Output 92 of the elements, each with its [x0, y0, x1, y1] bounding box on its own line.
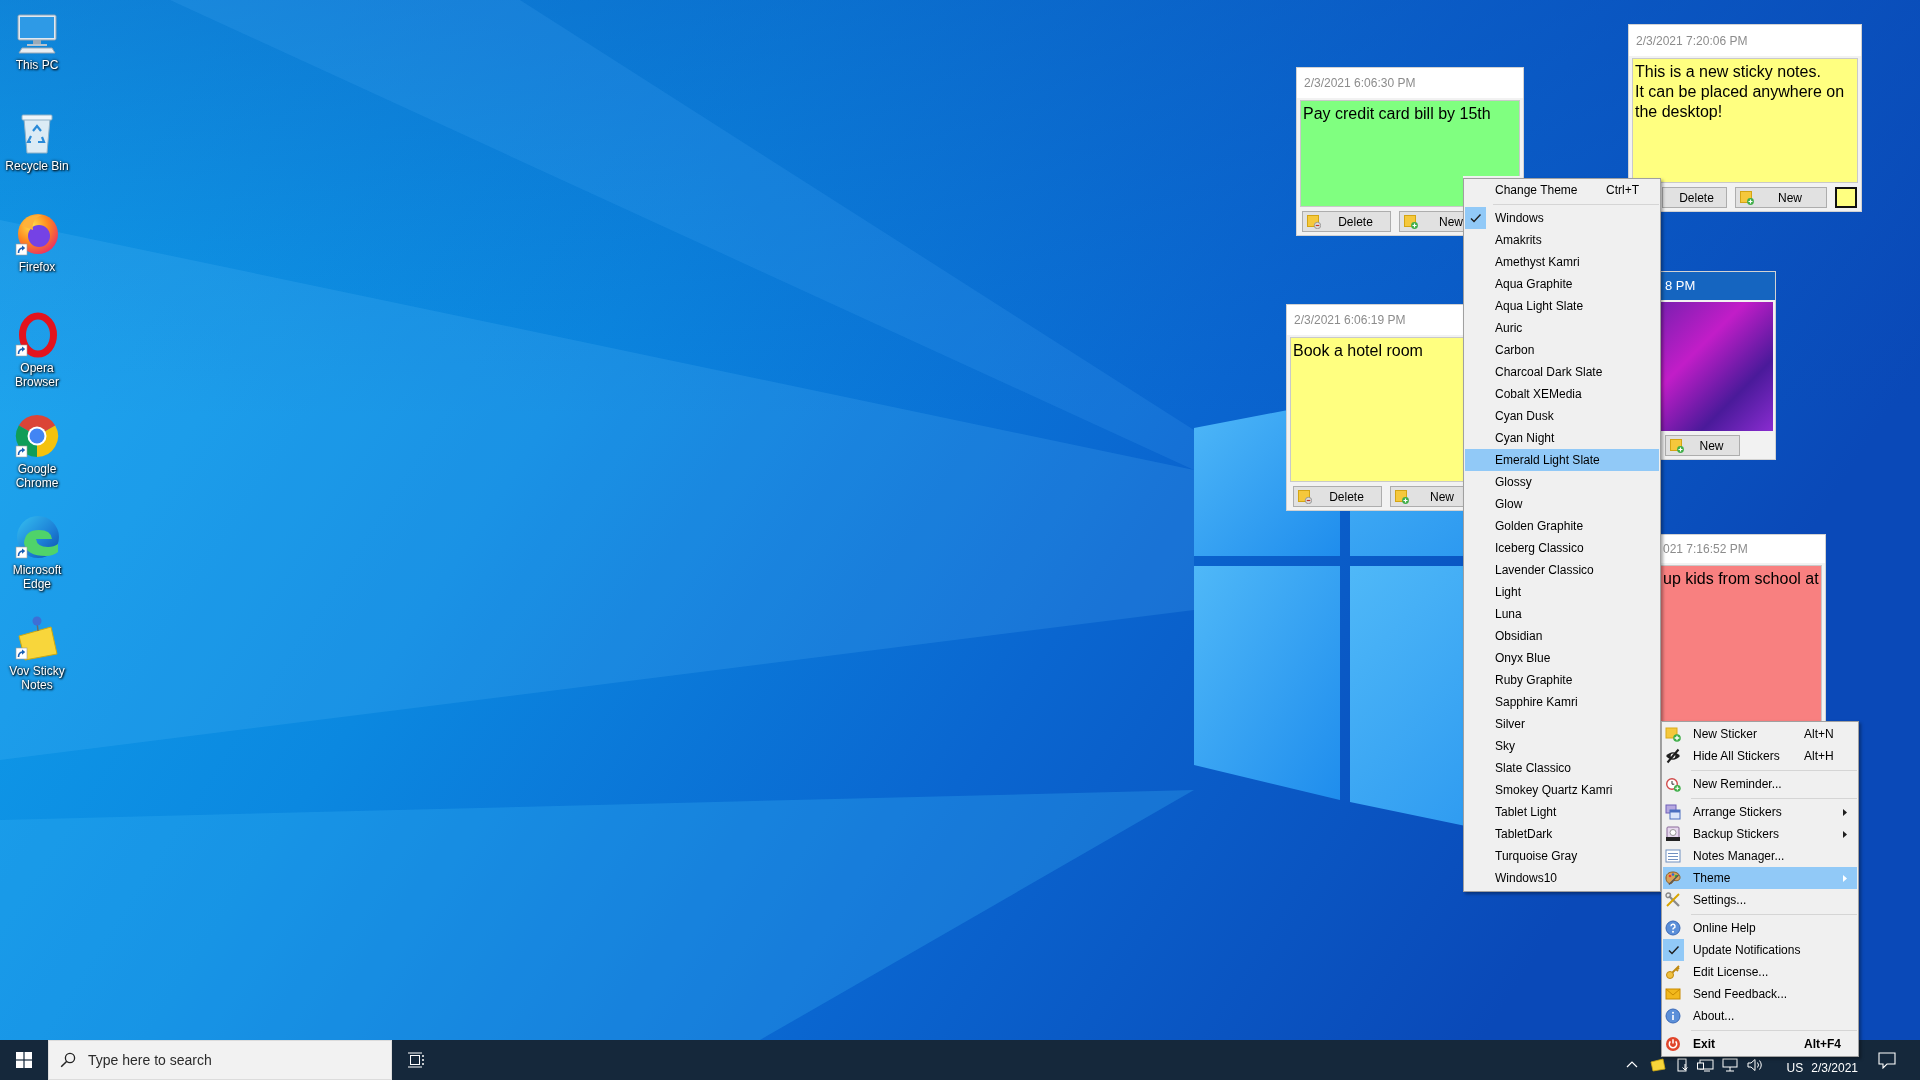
menu-item[interactable]: Exit Alt+F4: [1663, 1033, 1857, 1055]
arrow-down-box-icon[interactable]: [1676, 1058, 1689, 1072]
menu-item[interactable]: New Reminder...: [1663, 773, 1857, 795]
menu-item[interactable]: Online Help: [1663, 917, 1857, 939]
notification-icon[interactable]: [1878, 1051, 1896, 1069]
menu-item[interactable]: Backup Stickers: [1663, 823, 1857, 845]
note-text-area[interactable]: This is a new sticky notes. It can be placed anywhere on the desktop!: [1632, 58, 1858, 183]
speaker-icon[interactable]: [1746, 1058, 1763, 1072]
two-screens-icon[interactable]: [1696, 1058, 1714, 1072]
note-date: 2/3/2021 7:20:06 PM: [1636, 32, 1748, 50]
desktop-icon-label[interactable]: This PC: [15, 59, 59, 73]
menu-item[interactable]: Emerald Light Slate: [1465, 449, 1659, 471]
menu-item[interactable]: Cyan Dusk: [1465, 405, 1659, 427]
note-date: 021 7:16:52 PM: [1663, 541, 1748, 558]
start-icon[interactable]: [16, 1052, 32, 1068]
menu-item[interactable]: Ruby Graphite: [1465, 669, 1659, 691]
menu-item[interactable]: Update Notifications: [1663, 939, 1857, 961]
menu-item[interactable]: Windows: [1465, 207, 1659, 229]
menu-item[interactable]: Golden Graphite: [1465, 515, 1659, 537]
menu-item[interactable]: Windows10: [1465, 867, 1659, 889]
menu-item[interactable]: Lavender Classico: [1465, 559, 1659, 581]
menu-item[interactable]: Amakrits: [1465, 229, 1659, 251]
menu-item[interactable]: Hide All Stickers Alt+H: [1663, 745, 1857, 767]
menu-item[interactable]: Notes Manager...: [1663, 845, 1857, 867]
menu-item[interactable]: New Sticker Alt+N: [1663, 723, 1857, 745]
menu-item[interactable]: Luna: [1465, 603, 1659, 625]
menu-item[interactable]: Send Feedback...: [1663, 983, 1857, 1005]
sticky-note-icon[interactable]: [1649, 1058, 1666, 1072]
menu-item[interactable]: Turquoise Gray: [1465, 845, 1659, 867]
menu-item[interactable]: Cobalt XEMedia: [1465, 383, 1659, 405]
list-window-icon: [1665, 848, 1681, 864]
note-text-area[interactable]: up kids from school at: [1661, 565, 1822, 721]
power-icon: [1665, 1036, 1681, 1052]
search-field[interactable]: Type here to search: [48, 1040, 392, 1080]
clock-date[interactable]: 2/3/2021: [1811, 1061, 1858, 1075]
menu-item[interactable]: Tablet Light: [1465, 801, 1659, 823]
drive-icon: [1665, 826, 1681, 842]
monitor-icon[interactable]: [1721, 1058, 1738, 1072]
sticky-note-pin-icon[interactable]: [13, 614, 61, 662]
menu-item[interactable]: Onyx Blue: [1465, 647, 1659, 669]
note-text-area[interactable]: Pay credit card bill by 15th: [1300, 100, 1520, 176]
help-icon: [1665, 920, 1681, 936]
wrench-screwdriver-icon: [1665, 892, 1681, 908]
delete-button[interactable]: Delete: [1662, 187, 1727, 208]
alarm-clock-plus-icon: [1665, 776, 1681, 792]
envelope-icon: [1665, 986, 1681, 1002]
menu-item[interactable]: Sapphire Kamri: [1465, 691, 1659, 713]
swirl-icon[interactable]: [13, 513, 61, 561]
menu-item[interactable]: Arrange Stickers: [1663, 801, 1857, 823]
menu-item[interactable]: Carbon: [1465, 339, 1659, 361]
info-icon: [1665, 1008, 1681, 1024]
new-button[interactable]: New: [1390, 486, 1463, 507]
menu-item[interactable]: Edit License...: [1663, 961, 1857, 983]
key-icon: [1665, 964, 1681, 980]
menu-item[interactable]: Silver: [1465, 713, 1659, 735]
menu-item[interactable]: Sky: [1465, 735, 1659, 757]
menu-item[interactable]: Aqua Graphite: [1465, 273, 1659, 295]
menu-item[interactable]: Obsidian: [1465, 625, 1659, 647]
palette-icon: [1665, 870, 1681, 886]
menu-item[interactable]: TabletDark: [1465, 823, 1659, 845]
menu-item[interactable]: Cyan Night: [1465, 427, 1659, 449]
menu-item[interactable]: About...: [1663, 1005, 1857, 1027]
segmented-circle-icon[interactable]: [13, 412, 61, 460]
stacked-windows-icon: [1665, 804, 1681, 820]
menu-item[interactable]: Smokey Quartz Kamri: [1465, 779, 1659, 801]
menu-item[interactable]: Glow: [1465, 493, 1659, 515]
task-view-icon[interactable]: [408, 1052, 424, 1068]
menu-item[interactable]: Aqua Light Slate: [1465, 295, 1659, 317]
search-icon: [60, 1052, 76, 1068]
new-button[interactable]: New: [1735, 187, 1827, 208]
note-date: 8 PM: [1665, 277, 1696, 296]
note-text-area[interactable]: Book a hotel room: [1290, 337, 1463, 482]
menu-item[interactable]: Charcoal Dark Slate: [1465, 361, 1659, 383]
menu-item[interactable]: Auric: [1465, 317, 1659, 339]
menu-item[interactable]: Slate Classico: [1465, 757, 1659, 779]
delete-button[interactable]: Delete: [1302, 211, 1391, 232]
menu-item[interactable]: Iceberg Classico: [1465, 537, 1659, 559]
new-button[interactable]: New: [1399, 211, 1463, 232]
menu-item[interactable]: Theme: [1663, 867, 1857, 889]
color-swatch[interactable]: [1835, 187, 1857, 208]
new-button[interactable]: New: [1665, 435, 1740, 456]
eye-slash-icon: [1665, 748, 1681, 764]
menu-item[interactable]: Glossy: [1465, 471, 1659, 493]
note-date: 2/3/2021 6:06:30 PM: [1304, 75, 1416, 92]
menu-item[interactable]: Amethyst Kamri: [1465, 251, 1659, 273]
delete-button[interactable]: Delete: [1293, 486, 1382, 507]
note-date: 2/3/2021 6:06:19 PM: [1294, 312, 1406, 329]
language-indicator[interactable]: US: [1786, 1061, 1804, 1075]
menu-item[interactable]: Light: [1465, 581, 1659, 603]
note-plus-icon: [1665, 726, 1681, 742]
menu-item[interactable]: Settings...: [1663, 889, 1857, 911]
desktop-icon-label[interactable]: Recycle Bin: [5, 160, 69, 174]
